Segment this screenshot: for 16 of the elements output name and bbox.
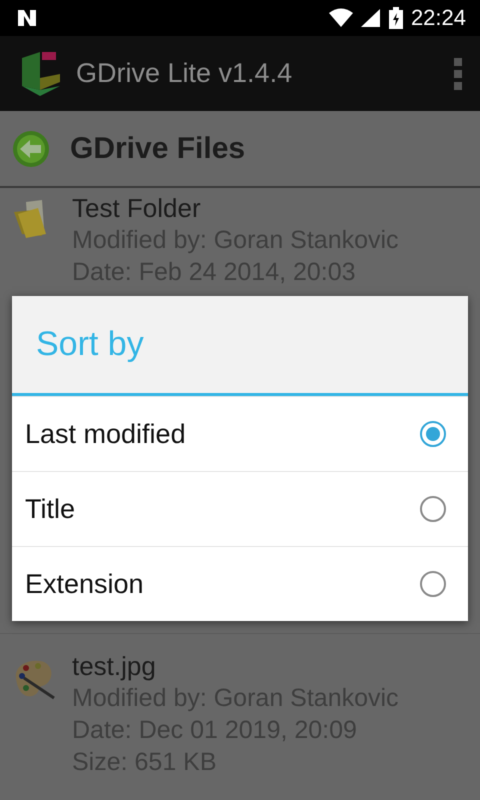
dialog-title: Sort by: [36, 325, 144, 364]
radio-button[interactable]: [420, 571, 446, 597]
header-title: GDrive Files: [70, 132, 246, 166]
overflow-menu-icon[interactable]: [454, 58, 462, 90]
battery-icon: [388, 7, 403, 29]
radio-button[interactable]: [420, 421, 446, 447]
radio-button[interactable]: [420, 496, 446, 522]
sort-option[interactable]: Last modified: [12, 396, 468, 471]
clock-time: 22:24: [410, 5, 466, 31]
app-title: GDrive Lite v1.4.4: [76, 58, 294, 89]
sort-option[interactable]: Extension: [12, 546, 468, 621]
sort-option[interactable]: Title: [12, 471, 468, 546]
notification-icon: [16, 8, 38, 28]
signal-icon: [360, 8, 381, 28]
back-icon[interactable]: [12, 130, 50, 168]
wifi-icon: [328, 8, 353, 28]
